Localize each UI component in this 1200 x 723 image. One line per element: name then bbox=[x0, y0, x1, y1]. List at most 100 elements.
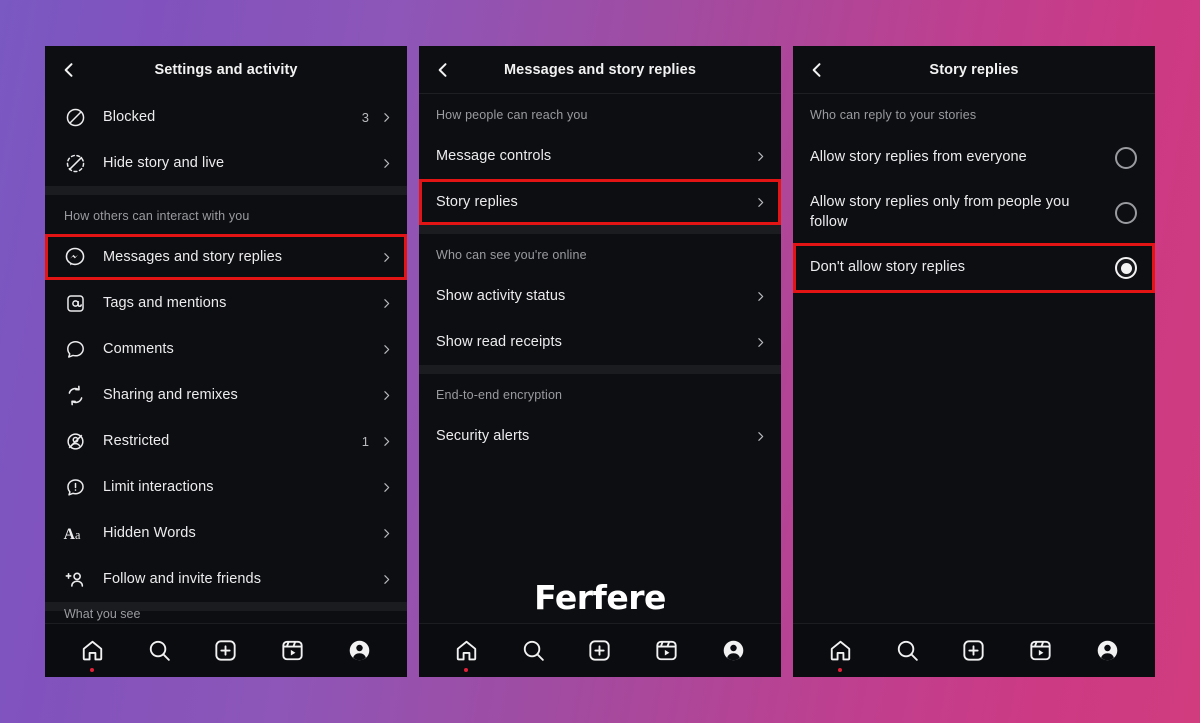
phone-panel-settings-and-activity: Settings and activity Blocked 3 Hide sto… bbox=[45, 46, 407, 677]
create-icon[interactable] bbox=[954, 631, 994, 671]
list-item-label: Tags and mentions bbox=[103, 295, 227, 311]
svg-text:a: a bbox=[75, 527, 81, 541]
list-item-restricted[interactable]: Restricted 1 bbox=[45, 418, 407, 464]
chevron-right-icon bbox=[379, 481, 393, 494]
radio-option-dont-allow[interactable]: Don't allow story replies bbox=[793, 243, 1155, 293]
panel1-scroll-area[interactable]: Blocked 3 Hide story and live How others… bbox=[45, 94, 407, 623]
radio-button-selected-icon[interactable] bbox=[1115, 257, 1137, 279]
profile-icon[interactable] bbox=[714, 631, 754, 671]
home-notification-dot bbox=[464, 667, 469, 672]
radio-button-unselected-icon[interactable] bbox=[1115, 202, 1137, 224]
chevron-left-icon[interactable] bbox=[431, 58, 455, 82]
section-divider bbox=[419, 225, 781, 234]
section-label-who-can-see-online: Who can see you're online bbox=[436, 248, 587, 262]
profile-icon[interactable] bbox=[340, 631, 380, 671]
bottom-navigation-bar bbox=[793, 623, 1155, 677]
list-item-label: Follow and invite friends bbox=[103, 571, 262, 587]
home-icon[interactable] bbox=[72, 631, 112, 672]
list-item-label: Hidden Words bbox=[103, 525, 196, 541]
chevron-right-icon bbox=[753, 196, 767, 209]
list-item-label: Sharing and remixes bbox=[103, 387, 238, 403]
list-item-show-read-receipts[interactable]: Show read receipts bbox=[419, 319, 781, 365]
list-item-follow-and-invite-friends[interactable]: Follow and invite friends bbox=[45, 556, 407, 602]
section-label-how-people-reach-you: How people can reach you bbox=[436, 108, 588, 122]
section-label-how-others-interact: How others can interact with you bbox=[64, 209, 250, 223]
section-divider bbox=[45, 186, 407, 195]
profile-icon[interactable] bbox=[1088, 631, 1128, 671]
follow-invite-icon bbox=[62, 566, 88, 592]
panel1-header: Settings and activity bbox=[45, 46, 407, 94]
list-item-tags-and-mentions[interactable]: Tags and mentions bbox=[45, 280, 407, 326]
search-icon[interactable] bbox=[887, 631, 927, 671]
list-item-blocked[interactable]: Blocked 3 bbox=[45, 94, 407, 140]
phone-screenshots-group: Settings and activity Blocked 3 Hide sto… bbox=[45, 46, 1155, 677]
section-label-what-you-see-cut-off: What you see bbox=[64, 609, 141, 621]
panel2-scroll-area[interactable]: How people can reach you Message control… bbox=[419, 94, 781, 623]
chevron-left-icon[interactable] bbox=[805, 58, 829, 82]
phone-panel-messages-and-story-replies: Messages and story replies How people ca… bbox=[419, 46, 781, 677]
list-item-comments[interactable]: Comments bbox=[45, 326, 407, 372]
list-item-story-replies[interactable]: Story replies bbox=[419, 179, 781, 225]
reels-icon[interactable] bbox=[647, 631, 687, 671]
radio-option-allow-everyone[interactable]: Allow story replies from everyone bbox=[793, 133, 1155, 183]
at-icon bbox=[62, 290, 88, 316]
chevron-right-icon bbox=[753, 150, 767, 163]
chevron-right-icon bbox=[379, 343, 393, 356]
list-item-label: Comments bbox=[103, 341, 174, 357]
list-item-security-alerts[interactable]: Security alerts bbox=[419, 413, 781, 459]
home-notification-dot bbox=[838, 667, 843, 672]
reels-icon[interactable] bbox=[273, 631, 313, 671]
chevron-right-icon bbox=[379, 157, 393, 170]
chevron-right-icon bbox=[379, 573, 393, 586]
radio-button-unselected-icon[interactable] bbox=[1115, 147, 1137, 169]
svg-text:A: A bbox=[64, 525, 76, 542]
restricted-icon bbox=[62, 428, 88, 454]
list-item-label: Blocked bbox=[103, 109, 156, 125]
home-icon[interactable] bbox=[820, 631, 860, 672]
chevron-left-icon[interactable] bbox=[57, 58, 81, 82]
chevron-right-icon bbox=[753, 290, 767, 303]
list-item-message-controls[interactable]: Message controls bbox=[419, 133, 781, 179]
list-item-hide-story-and-live[interactable]: Hide story and live bbox=[45, 140, 407, 186]
list-item-show-activity-status[interactable]: Show activity status bbox=[419, 273, 781, 319]
create-icon[interactable] bbox=[206, 631, 246, 671]
section-label-end-to-end-encryption: End-to-end encryption bbox=[436, 388, 563, 402]
list-item-hidden-words[interactable]: Aa Hidden Words bbox=[45, 510, 407, 556]
limit-interactions-icon bbox=[62, 474, 88, 500]
section-label-who-can-reply: Who can reply to your stories bbox=[810, 108, 977, 122]
bottom-navigation-bar bbox=[45, 623, 407, 677]
panel3-header: Story replies bbox=[793, 46, 1155, 94]
bottom-navigation-bar bbox=[419, 623, 781, 677]
search-icon[interactable] bbox=[139, 631, 179, 671]
search-icon[interactable] bbox=[513, 631, 553, 671]
chevron-right-icon bbox=[379, 251, 393, 264]
watermark-logo: Ferfere bbox=[534, 578, 666, 617]
list-item-sharing-and-remixes[interactable]: Sharing and remixes bbox=[45, 372, 407, 418]
hidden-words-icon: Aa bbox=[62, 520, 88, 546]
home-icon[interactable] bbox=[446, 631, 486, 672]
radio-option-label: Allow story replies only from people you… bbox=[810, 194, 1070, 230]
create-icon[interactable] bbox=[580, 631, 620, 671]
list-item-messages-and-story-replies[interactable]: Messages and story replies bbox=[45, 234, 407, 280]
panel3-scroll-area[interactable]: Who can reply to your stories Allow stor… bbox=[793, 94, 1155, 623]
chevron-right-icon bbox=[379, 111, 393, 124]
list-item-label: Story replies bbox=[436, 194, 518, 210]
chevron-right-icon bbox=[379, 389, 393, 402]
panel2-header: Messages and story replies bbox=[419, 46, 781, 94]
list-item-label: Show read receipts bbox=[436, 334, 562, 350]
chevron-right-icon bbox=[379, 297, 393, 310]
list-item-label: Security alerts bbox=[436, 428, 530, 444]
list-item-count: 1 bbox=[361, 433, 369, 449]
messenger-icon bbox=[62, 244, 88, 270]
page-title: Messages and story replies bbox=[504, 61, 696, 78]
share-remix-icon bbox=[62, 382, 88, 408]
chevron-right-icon bbox=[753, 336, 767, 349]
comment-icon bbox=[62, 336, 88, 362]
reels-icon[interactable] bbox=[1021, 631, 1061, 671]
list-item-limit-interactions[interactable]: Limit interactions bbox=[45, 464, 407, 510]
radio-option-label: Allow story replies from everyone bbox=[810, 149, 1027, 166]
radio-option-allow-people-you-follow[interactable]: Allow story replies only from people you… bbox=[793, 183, 1155, 243]
page-title: Story replies bbox=[929, 61, 1019, 78]
chevron-right-icon bbox=[753, 430, 767, 443]
list-item-label: Restricted bbox=[103, 433, 170, 449]
